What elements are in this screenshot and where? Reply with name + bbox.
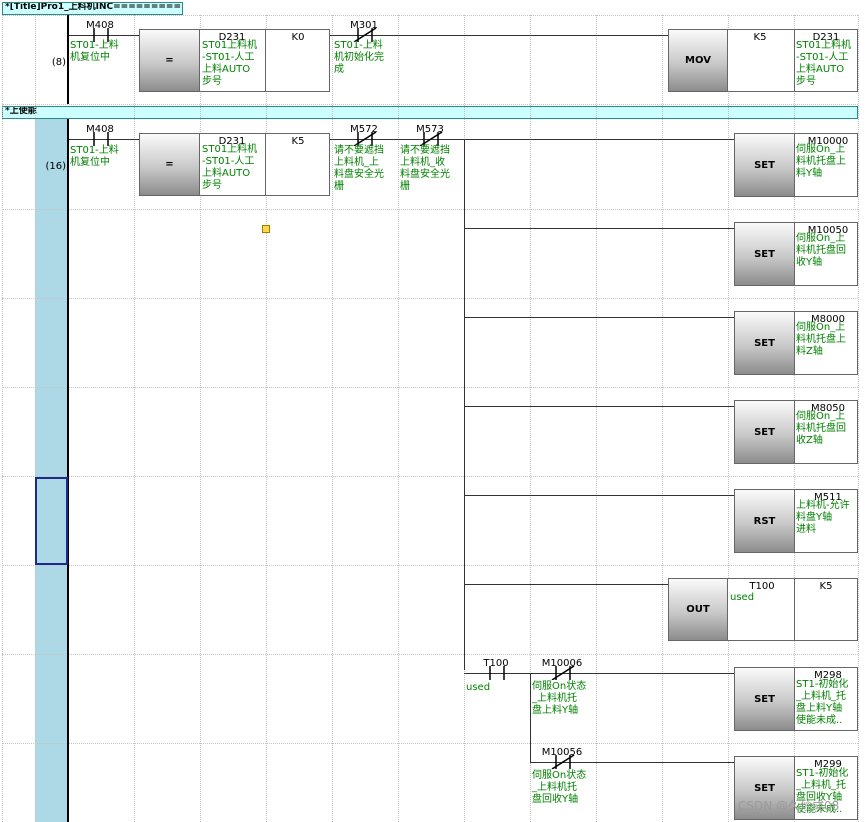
no-contact-icon[interactable] (480, 666, 514, 680)
nc-contact-icon[interactable] (348, 132, 382, 146)
device-comment: ST01-上料 机复位中 (70, 145, 119, 168)
operand-comment: ST01上料机 -ST01-人工 上料AUTO 步号 (202, 144, 258, 191)
nc-contact-icon[interactable] (546, 755, 580, 769)
title-bar: *[Title]Pro1_上料机INC========== (2, 2, 183, 15)
mov-instruction[interactable]: MOV (668, 29, 728, 92)
operand-comment: 伺服On_上 料机托盘上 料Z轴 (796, 322, 846, 357)
operand-label: K5 (753, 32, 767, 43)
compare-instruction[interactable]: = (139, 29, 200, 92)
left-power-rail (67, 15, 69, 104)
branch-wire (464, 139, 465, 670)
device-comment: 伺服On状态 _上料机托 盘上料Y轴 (532, 681, 587, 716)
operand-comment: 伺服On_上 料机托盘回 收Y轴 (796, 233, 846, 268)
device-comment: 请不要遮挡 上料机_上 料盘安全光 栅 (334, 145, 384, 192)
operand-label: K5 (819, 581, 833, 592)
section-bar: *上使能 (2, 106, 858, 119)
ladder-editor[interactable]: *[Title]Pro1_上料机INC========== *上使能 (8) (… (0, 0, 868, 822)
set-instruction[interactable]: SET (734, 222, 795, 286)
device-comment: 请不要遮挡 上料机_收 料盘安全光 栅 (400, 145, 450, 192)
watermark: CSDN @久炒成08 (738, 799, 840, 813)
operand-comment: ST1-初始化 _上料机_托 盘上料Y轴 使能未成.. (796, 679, 849, 726)
operand-comment: 伺服On_上 料机托盘回 收Z轴 (796, 411, 846, 446)
operand-comment: ST01上料机 -ST01-人工 上料AUTO 步号 (202, 40, 258, 87)
operand-label: K0 (291, 32, 305, 43)
nc-contact-icon[interactable] (546, 666, 580, 680)
device-comment: ST01-上料 机复位中 (70, 40, 119, 63)
edit-cursor[interactable] (35, 477, 68, 565)
bookmark-marker-icon[interactable] (262, 225, 270, 233)
device-comment: 伺服On状态 _上料机托 盘回收Y轴 (532, 770, 587, 805)
rung-highlight-column (35, 119, 68, 822)
set-instruction[interactable]: SET (734, 667, 795, 731)
set-instruction[interactable]: SET (734, 133, 795, 197)
operand-label: K5 (291, 136, 305, 147)
device-note: used (466, 682, 491, 693)
operand-note: used (730, 592, 755, 603)
operand-comment: 伺服On_上 料机托盘上 料Y轴 (796, 144, 846, 179)
left-power-rail (67, 119, 69, 822)
step-number: (16) (45, 161, 66, 172)
operand-comment: ST01上料机 -ST01-人工 上料AUTO 步号 (796, 40, 852, 87)
set-instruction[interactable]: SET (734, 400, 795, 464)
compare-instruction[interactable]: = (139, 133, 200, 196)
no-contact-icon[interactable] (84, 132, 118, 146)
step-number: (8) (51, 57, 66, 68)
nc-contact-icon[interactable] (414, 132, 448, 146)
out-instruction[interactable]: OUT (668, 578, 728, 641)
device-comment: ST01-上料 机初始化完 成 (334, 40, 384, 75)
rst-instruction[interactable]: RST (734, 489, 795, 553)
operand-label: T100 (749, 581, 775, 592)
set-instruction[interactable]: SET (734, 311, 795, 375)
operand-comment: 上料机-允许 料盘Y轴 进料 (796, 500, 850, 535)
